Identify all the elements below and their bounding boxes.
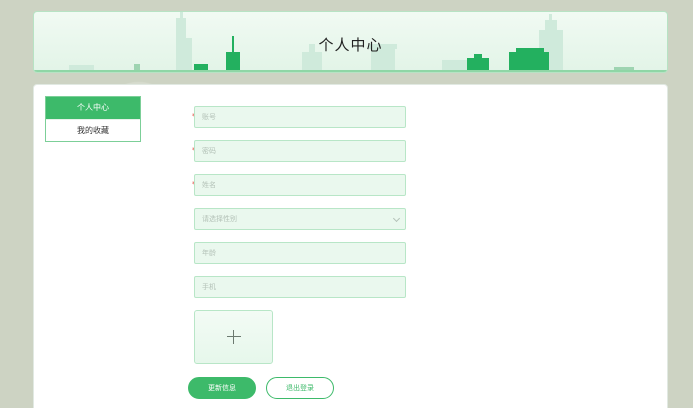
plus-icon — [227, 330, 241, 344]
password-input[interactable]: 密码 — [194, 140, 406, 162]
sidebar-item-favorites[interactable]: 我的收藏 — [46, 119, 140, 141]
age-input[interactable]: 年龄 — [194, 242, 406, 264]
account-row: *账号 账号 — [164, 106, 424, 128]
page-title: 个人中心 — [318, 36, 383, 54]
banner-divider — [34, 70, 667, 72]
gender-select[interactable]: 请选择性别 — [194, 208, 406, 230]
age-row: 年龄 年龄 — [164, 242, 424, 264]
gender-select-placeholder: 请选择性别 — [202, 215, 237, 223]
logout-button[interactable]: 退出登录 — [266, 377, 334, 399]
account-input[interactable]: 账号 — [194, 106, 406, 128]
phone-input[interactable]: 手机 — [194, 276, 406, 298]
phone-row: 手机 手机 — [164, 276, 424, 298]
main-panel: 个人中心 我的收藏 *账号 账号 *密码 密码 *姓名 姓名 性别 请选择性别 … — [33, 84, 668, 408]
update-info-button[interactable]: 更新信息 — [188, 377, 256, 399]
chevron-down-icon — [392, 214, 401, 223]
sidebar-menu: 个人中心 我的收藏 — [45, 96, 141, 142]
avatar-upload[interactable] — [194, 310, 273, 364]
gender-row: 性别 请选择性别 — [164, 208, 424, 230]
name-row: *姓名 姓名 — [164, 174, 424, 196]
name-input[interactable]: 姓名 — [194, 174, 406, 196]
header-banner: 个人中心 — [33, 11, 668, 73]
sidebar-item-profile[interactable]: 个人中心 — [46, 97, 140, 119]
password-row: *密码 密码 — [164, 140, 424, 162]
